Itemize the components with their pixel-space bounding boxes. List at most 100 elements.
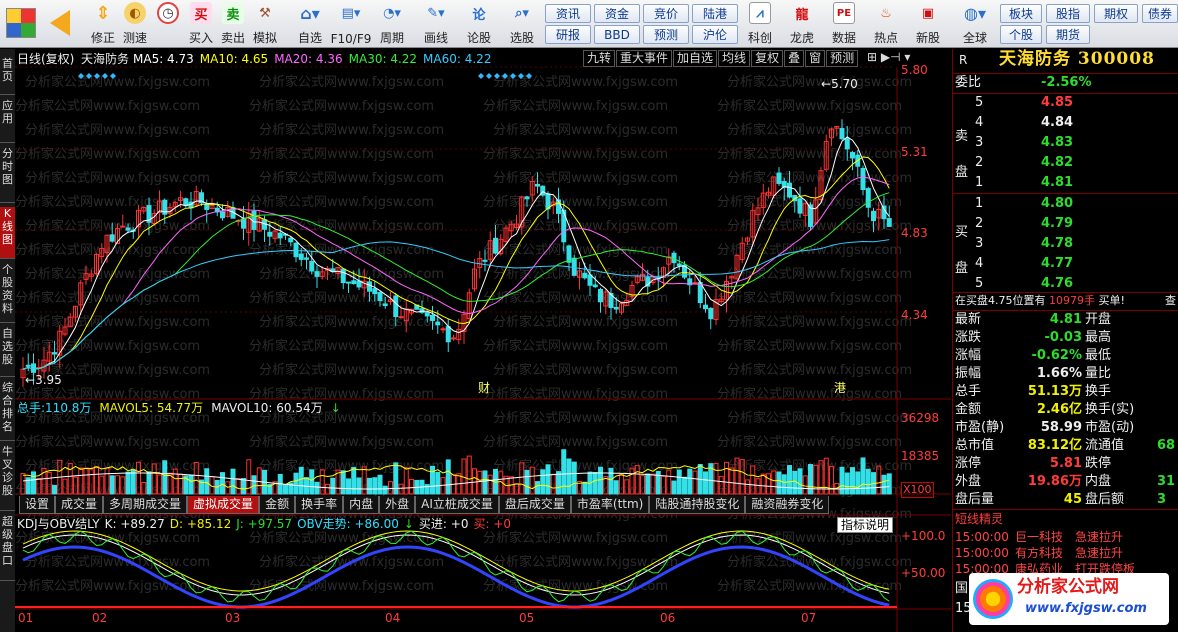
indicator-tab[interactable]: 金额 <box>259 496 296 514</box>
f10-button[interactable]: ▤▾ F10/F9 <box>328 2 374 47</box>
short-alert-cell[interactable]: 15:00:00 <box>955 545 1009 561</box>
weibi-label: 委比 <box>955 75 982 90</box>
speed-test-button[interactable]: ◐ 测速 <box>120 2 150 46</box>
sidebar-item-watchlist[interactable]: 自选股 <box>0 327 15 377</box>
indicator-tab[interactable]: 陆股通持股变化 <box>649 496 746 514</box>
futures-button[interactable]: 期货 <box>1046 25 1090 44</box>
volume-bar <box>251 475 257 495</box>
hotspot-button[interactable]: ♨ 热点 <box>868 2 904 46</box>
short-alert-cell[interactable]: 巨一科技 <box>1015 529 1063 545</box>
sidebar-item-ranking[interactable]: 综合排名 <box>0 381 15 441</box>
volume-bar <box>388 481 393 495</box>
indicator-tab[interactable]: 市盈率(ttm) <box>570 496 650 514</box>
simulate-button[interactable]: ⚒ 模拟 <box>250 2 280 46</box>
sidebar-item-home[interactable]: 首页 <box>0 57 15 95</box>
data-button[interactable]: PE 数据 <box>826 2 862 46</box>
watchlist-button[interactable]: ⌂▾ 自选 <box>290 2 330 46</box>
sidebar-item-intraday[interactable]: 分时图 <box>0 147 15 203</box>
indicator-tab[interactable]: 成交量 <box>55 496 104 514</box>
event-mark-hk[interactable]: 港 <box>834 381 846 395</box>
ipo-button[interactable]: ▣ 新股 <box>910 2 946 46</box>
notice-query[interactable]: 查 <box>1165 293 1176 309</box>
auction-button[interactable]: 竞价 <box>643 4 689 23</box>
event-mark-finance[interactable]: 财 <box>478 381 490 395</box>
period-button[interactable]: ◔▾ 周期 <box>374 2 410 46</box>
research-button[interactable]: 研报 <box>545 25 591 44</box>
order-price: 4.76 <box>1041 276 1074 291</box>
news-button[interactable]: 资讯 <box>545 4 591 23</box>
window-icon[interactable] <box>6 8 36 38</box>
shanghai-london-button[interactable]: 沪伦 <box>692 25 738 44</box>
short-alert-cell[interactable]: 有方科技 <box>1015 545 1063 561</box>
back-arrow-icon[interactable] <box>50 10 70 36</box>
bbd-button[interactable]: BBD <box>594 25 640 44</box>
chart-toolbar-button[interactable]: 复权 <box>751 50 784 67</box>
chart-toolbar-button[interactable]: 均线 <box>718 50 751 67</box>
global-button[interactable]: ◍▾ 全球 <box>954 2 996 46</box>
hammer-icon: ⚒ <box>259 5 271 21</box>
indicator-tab[interactable]: 多周期成交量 <box>103 496 188 514</box>
volume-bar <box>650 473 656 495</box>
fix-button[interactable]: ⇕ 修正 <box>88 2 118 46</box>
short-alert-cell[interactable]: 急速拉升 <box>1075 545 1123 561</box>
chart-canvas[interactable] <box>15 49 951 632</box>
volume-bar <box>881 474 887 495</box>
chart-area[interactable]: 分析家公式网www.fxjgsw.com 分析家公式网www.fxjgsw.com… <box>15 49 951 632</box>
stat-label: 换手 <box>1085 384 1112 399</box>
options-button[interactable]: 期权 <box>1094 4 1138 23</box>
sell-icon: 卖 <box>222 2 244 24</box>
sidebar-item-diagnosis[interactable]: 牛叉诊股 <box>0 445 15 511</box>
stat-value: 51.13万 <box>1027 384 1082 399</box>
sell-button[interactable]: 卖卖出 <box>218 2 248 46</box>
short-alert-cell[interactable]: 急速拉升 <box>1075 529 1123 545</box>
capital-button[interactable]: 资金 <box>594 4 640 23</box>
draw-line-button[interactable]: ✎▾ 画线 <box>418 2 454 46</box>
hk-connect-button[interactable]: 陆港 <box>692 4 738 23</box>
big-order-notice[interactable]: 在买盘4.75位置有 10979手 买单! <box>955 293 1125 309</box>
sidebar-item-profile[interactable]: 个股资料 <box>0 263 15 323</box>
chart-controls[interactable]: ⊞ ▶⊣ ▾ <box>867 50 910 64</box>
speed-clock-button[interactable]: ◷. <box>153 2 183 46</box>
volume-bar <box>771 470 777 495</box>
chart-toolbar-button[interactable]: 窗 <box>805 50 826 67</box>
sidebar-item-apps[interactable]: 应用 <box>0 99 15 143</box>
indicator-tab[interactable]: 虚拟成交量 <box>187 496 260 514</box>
forecast-button[interactable]: 预测 <box>643 25 689 44</box>
indicator-tab[interactable]: 外盘 <box>379 496 416 514</box>
indicator-tab[interactable]: 换手率 <box>295 496 344 514</box>
indicator-tab[interactable]: 设置 <box>19 496 56 514</box>
short-term-title[interactable]: 短线精灵 <box>955 511 1003 527</box>
chart-toolbar-button[interactable]: 预测 <box>826 50 859 67</box>
quote-panel: R 天海防务 300008 委比 -2.56% 卖盘 5 4.85 4 4.84 3 4.… <box>952 49 1178 632</box>
candle-body <box>109 234 115 242</box>
volume-bar <box>634 465 640 495</box>
chart-toolbar-button[interactable]: 叠 <box>784 50 805 67</box>
candle-body <box>351 280 357 285</box>
indicator-tab[interactable]: AI立桩成交量 <box>415 496 499 514</box>
chart-toolbar-button[interactable]: 九转 <box>583 50 616 67</box>
chart-toolbar-button[interactable]: 加自选 <box>673 50 718 67</box>
sidebar-item-kline[interactable]: K线图 <box>0 207 15 259</box>
ma-legend: MA5: 4.73 MA10: 4.65 MA20: 4.36 MA30: 4.22 M… <box>133 52 491 66</box>
bonds-button[interactable]: 债券 <box>1142 4 1178 23</box>
stock-button[interactable]: 个股 <box>1000 25 1042 44</box>
index-button[interactable]: 股指 <box>1046 4 1090 23</box>
sidebar-item-super-order[interactable]: 超级盘口 <box>0 515 15 581</box>
dragon-tiger-button[interactable]: 龍龙虎 <box>784 2 820 46</box>
indicator-tab[interactable]: 融资融券变化 <box>745 496 830 514</box>
candle-body <box>797 198 803 214</box>
indicator-tab[interactable]: 盘后成交量 <box>498 496 571 514</box>
discussion-button[interactable]: 论论股 <box>462 2 496 46</box>
indicator-tab[interactable]: 内盘 <box>343 496 380 514</box>
event-diamond <box>94 73 100 79</box>
indicator-explain-button[interactable]: 指标说明 <box>837 517 894 533</box>
event-diamond <box>510 73 516 79</box>
stock-picker-button[interactable]: ⌕▾ 选股 <box>504 2 540 46</box>
sector-button[interactable]: 板块 <box>1000 4 1042 23</box>
stat-label: 总手 <box>955 384 982 399</box>
short-alert-cell[interactable]: 15:00:00 <box>955 529 1009 545</box>
buy-button[interactable]: 买买入 <box>186 2 216 46</box>
month-label: 07 <box>801 611 817 625</box>
star-market-button[interactable]: ⩘ 科创 <box>742 2 778 46</box>
chart-toolbar-button[interactable]: 重大事件 <box>616 50 673 67</box>
